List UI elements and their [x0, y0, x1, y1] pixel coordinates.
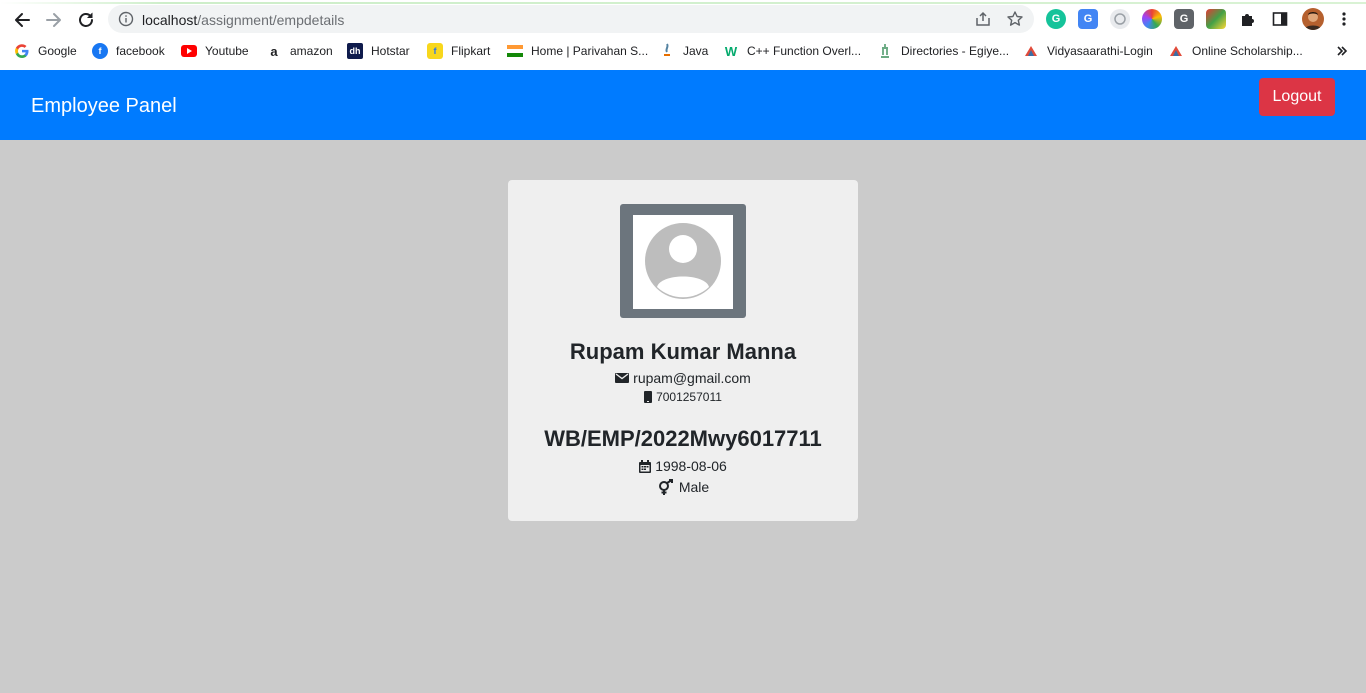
bookmarks-overflow-icon[interactable] [1336, 42, 1348, 60]
reload-icon[interactable] [73, 7, 99, 33]
bookmark-amazon[interactable]: a amazon [266, 42, 333, 60]
bookmark-label: Youtube [205, 44, 249, 58]
bookmark-label: Hotstar [371, 44, 410, 58]
translate-icon[interactable]: G [1078, 9, 1098, 29]
bookmark-java[interactable]: Java [659, 42, 708, 60]
scholarship-icon [1168, 43, 1184, 59]
bookmark-youtube[interactable]: Youtube [181, 42, 249, 60]
employee-phone: 7001257011 [656, 390, 722, 404]
menu-kebab-icon[interactable] [1334, 9, 1354, 29]
mobile-phone-icon [644, 391, 653, 403]
avatar [633, 215, 733, 309]
avatar-frame [620, 204, 746, 318]
hotstar-icon: dh [347, 43, 363, 59]
bookmark-label: C++ Function Overl... [747, 44, 862, 58]
user-placeholder-icon [645, 223, 721, 299]
emblem-icon [877, 43, 893, 59]
profile-avatar[interactable] [1302, 8, 1324, 30]
bookmark-label: Online Scholarship... [1192, 44, 1303, 58]
phone-line: 7001257011 [508, 390, 858, 404]
multicolor-extension-icon[interactable] [1206, 9, 1226, 29]
back-icon[interactable] [9, 7, 35, 33]
employee-id: WB/EMP/2022Mwy6017711 [544, 426, 822, 451]
bookmark-label: Vidyasaarathi-Login [1047, 44, 1153, 58]
bookmark-label: facebook [116, 44, 165, 58]
bookmark-flipkart[interactable]: f Flipkart [427, 42, 490, 60]
side-panel-icon[interactable] [1270, 9, 1290, 29]
extension-circle-icon[interactable] [1110, 9, 1130, 29]
bookmark-facebook[interactable]: f facebook [92, 42, 165, 60]
bookmarks-bar: Google f facebook Youtube a amazon dh Ho… [0, 38, 1366, 64]
bookmark-parivahan[interactable]: Home | Parivahan S... [507, 42, 648, 60]
color-picker-icon[interactable] [1142, 9, 1162, 29]
bookmark-label: Home | Parivahan S... [531, 44, 649, 58]
grammarly-icon[interactable]: G [1046, 9, 1066, 29]
bookmark-google[interactable]: Google [14, 42, 77, 60]
extensions-puzzle-icon[interactable] [1238, 9, 1258, 29]
envelope-icon [615, 373, 630, 383]
logout-button[interactable]: Logout [1259, 78, 1335, 116]
bookmark-label: Java [683, 44, 709, 58]
g-extension-icon[interactable]: G [1174, 9, 1194, 29]
calendar-icon [639, 459, 652, 473]
url-text[interactable]: localhost/assignment/empdetails [142, 12, 344, 28]
bookmark-hotstar[interactable]: dh Hotstar [347, 42, 410, 60]
share-icon[interactable] [974, 10, 992, 28]
site-info-icon[interactable] [118, 11, 134, 32]
browser-toolbar: localhost/assignment/empdetails G G G [0, 4, 1366, 36]
brand-title[interactable]: Employee Panel [31, 95, 177, 118]
java-icon [659, 43, 675, 59]
profile-card: Rupam Kumar Manna rupam@gmail.com 700125… [508, 180, 858, 521]
bookmark-label: amazon [290, 44, 333, 58]
employee-name: Rupam Kumar Manna [569, 339, 797, 364]
youtube-icon [181, 45, 197, 57]
url-path: /assignment/empdetails [197, 12, 345, 28]
flipkart-icon: f [427, 43, 443, 59]
browser-chrome: localhost/assignment/empdetails G G G Go… [0, 0, 1366, 70]
w3schools-icon: W [724, 43, 738, 59]
bookmark-star-icon[interactable] [1006, 10, 1024, 28]
forward-icon[interactable] [41, 7, 67, 33]
employee-dob: 1998-08-06 [655, 458, 727, 474]
gender-line: Male [508, 479, 858, 495]
bookmark-scholarship[interactable]: Online Scholarship... [1168, 42, 1303, 60]
employee-gender: Male [678, 479, 710, 495]
email-line: rupam@gmail.com [508, 370, 858, 386]
amazon-icon: a [270, 43, 278, 59]
dob-line: 1998-08-06 [508, 458, 858, 474]
bookmark-label: Directories - Egiye... [901, 44, 1010, 58]
bookmark-label: Flipkart [451, 44, 491, 58]
bookmark-w3schools[interactable]: W C++ Function Overl... [723, 42, 861, 60]
app-navbar: Employee Panel Logout [0, 70, 1366, 140]
gender-icon [658, 479, 673, 495]
bookmark-label: Google [38, 44, 77, 58]
address-bar[interactable]: localhost/assignment/empdetails [108, 5, 1034, 33]
url-host: localhost [142, 12, 198, 28]
employee-email: rupam@gmail.com [633, 370, 751, 386]
vidyasaarathi-icon [1023, 43, 1039, 59]
bookmark-directories[interactable]: Directories - Egiye... [877, 42, 1009, 60]
google-icon [14, 43, 30, 59]
india-flag-icon [507, 45, 523, 57]
facebook-icon: f [92, 43, 108, 59]
bookmark-vidyasaarathi[interactable]: Vidyasaarathi-Login [1023, 42, 1153, 60]
